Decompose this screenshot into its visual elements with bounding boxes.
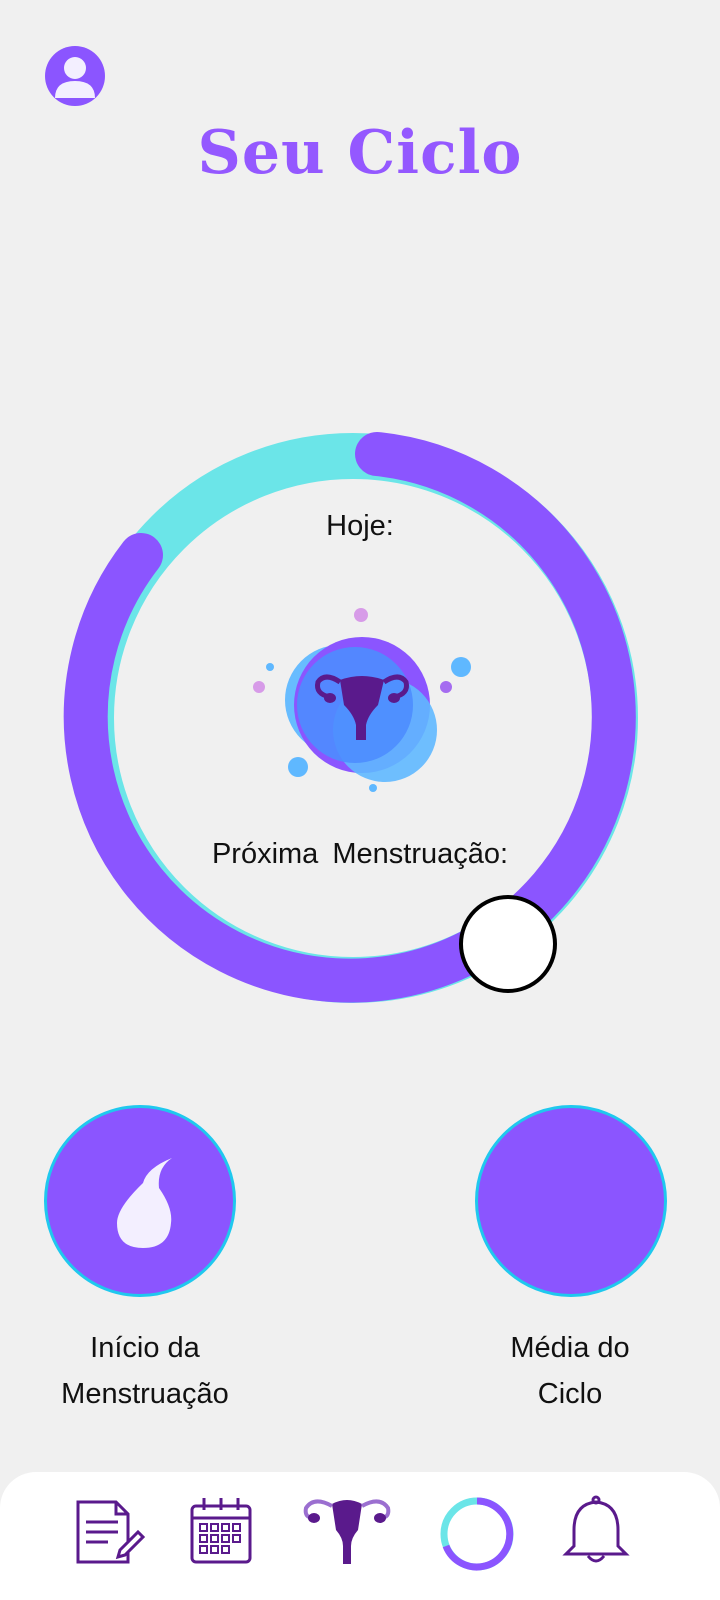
period-start-label-line1: Início da — [90, 1332, 200, 1364]
nav-cycle-stats[interactable] — [437, 1494, 517, 1574]
period-start-label-line2: Menstruação — [61, 1378, 229, 1410]
cycle-average-label-line2: Ciclo — [537, 1378, 603, 1410]
bottom-nav — [0, 1472, 720, 1600]
notes-icon — [76, 1500, 146, 1564]
cycle-average-label-line1: Média do — [510, 1332, 630, 1364]
uterus-icon — [303, 1499, 391, 1564]
today-label: Hoje: — [326, 510, 394, 542]
cycle-average-button[interactable] — [475, 1105, 667, 1297]
cycle-average-label: Média do Ciclo — [445, 1325, 695, 1417]
calendar-icon — [190, 1498, 252, 1564]
cycle-ring — [63, 432, 638, 1003]
period-start-label: Início da Menstruação — [20, 1325, 270, 1417]
nav-calendar[interactable] — [182, 1494, 262, 1574]
uterus-icon — [253, 608, 471, 792]
bell-icon — [562, 1495, 630, 1563]
nav-cycle-home[interactable] — [302, 1494, 391, 1574]
cycle-ring-icon — [440, 1497, 514, 1571]
next-period-label: Próxima Menstruação: — [211, 838, 509, 870]
cycle-marker-handle — [459, 895, 557, 993]
nav-notes[interactable] — [68, 1494, 148, 1574]
drop-icon — [117, 1158, 172, 1248]
nav-notifications[interactable] — [556, 1494, 636, 1574]
period-start-button[interactable] — [44, 1105, 236, 1297]
